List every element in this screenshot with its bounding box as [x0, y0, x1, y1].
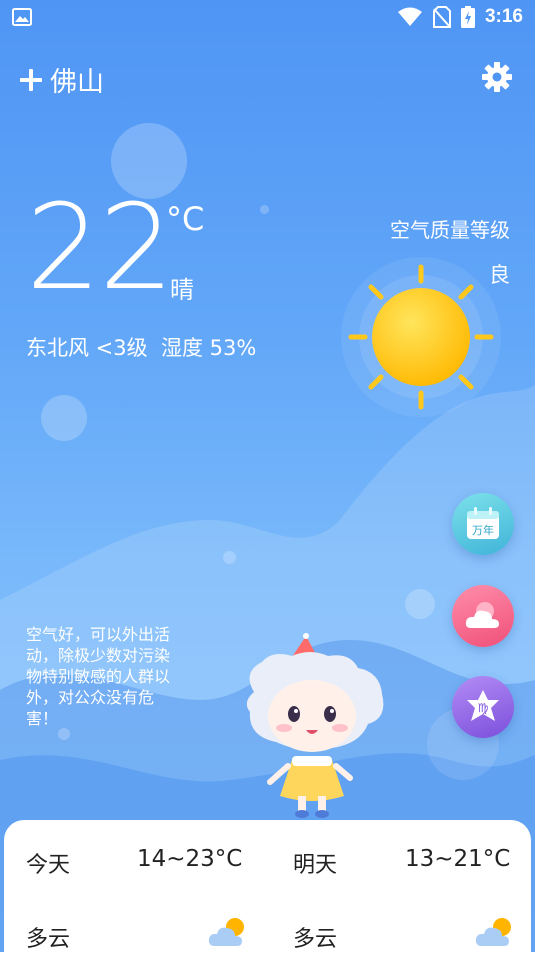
- plus-icon[interactable]: [20, 68, 42, 91]
- city-selector[interactable]: 佛山: [20, 60, 104, 99]
- temperature-unit: °C: [166, 200, 205, 238]
- forecast-today-range: 14~23°C: [137, 846, 243, 872]
- partly-cloudy-icon: [475, 918, 511, 946]
- forecast-tomorrow-range: 13~21°C: [405, 846, 511, 872]
- sun-icon: [341, 257, 501, 417]
- status-bar: 3:16: [0, 0, 535, 34]
- wind-humidity: 东北风 <3级 湿度 53%: [26, 336, 257, 360]
- air-quality-advice: 空气好，可以外出活 动，除极少数对污染 物特别敏感的人群以 外，对公众没有危 害…: [26, 625, 171, 728]
- forecast-today-label: 今天: [26, 853, 71, 878]
- forecast-card[interactable]: 今天 14~23°C 明天 13~21°C 多云 多云: [4, 820, 531, 960]
- battery-charging-icon: [460, 6, 475, 28]
- horoscope-label: ♍: [478, 701, 489, 715]
- horoscope-button[interactable]: ♍: [452, 676, 514, 738]
- mascot-illustration: [246, 633, 384, 818]
- bubble: [405, 589, 435, 619]
- weather-detail-button[interactable]: [452, 585, 514, 647]
- city-name[interactable]: 佛山: [50, 60, 104, 99]
- calendar-icon: 万年: [467, 507, 499, 539]
- bubble: [41, 395, 87, 441]
- image-icon: [12, 8, 32, 26]
- bubble: [223, 551, 236, 564]
- no-sim-icon: [432, 6, 451, 28]
- virgo-star-icon: ♍: [467, 690, 499, 721]
- forecast-today-condition: 多云: [26, 927, 71, 952]
- wifi-icon: [397, 7, 422, 26]
- calendar-label: 万年: [472, 523, 494, 537]
- current-condition: 晴: [170, 276, 194, 304]
- forecast-tomorrow-condition: 多云: [293, 927, 338, 952]
- current-temperature: 22: [26, 178, 174, 316]
- calendar-button[interactable]: 万年: [452, 493, 514, 555]
- bubble: [260, 205, 269, 214]
- air-quality-label: 空气质量等级: [390, 218, 510, 242]
- forecast-tomorrow-label: 明天: [293, 853, 338, 878]
- gear-icon[interactable]: [481, 61, 513, 93]
- partly-cloudy-icon: [208, 918, 244, 946]
- bubble: [58, 728, 70, 740]
- cloud-sun-icon: [465, 602, 499, 628]
- clock: 3:16: [484, 6, 523, 27]
